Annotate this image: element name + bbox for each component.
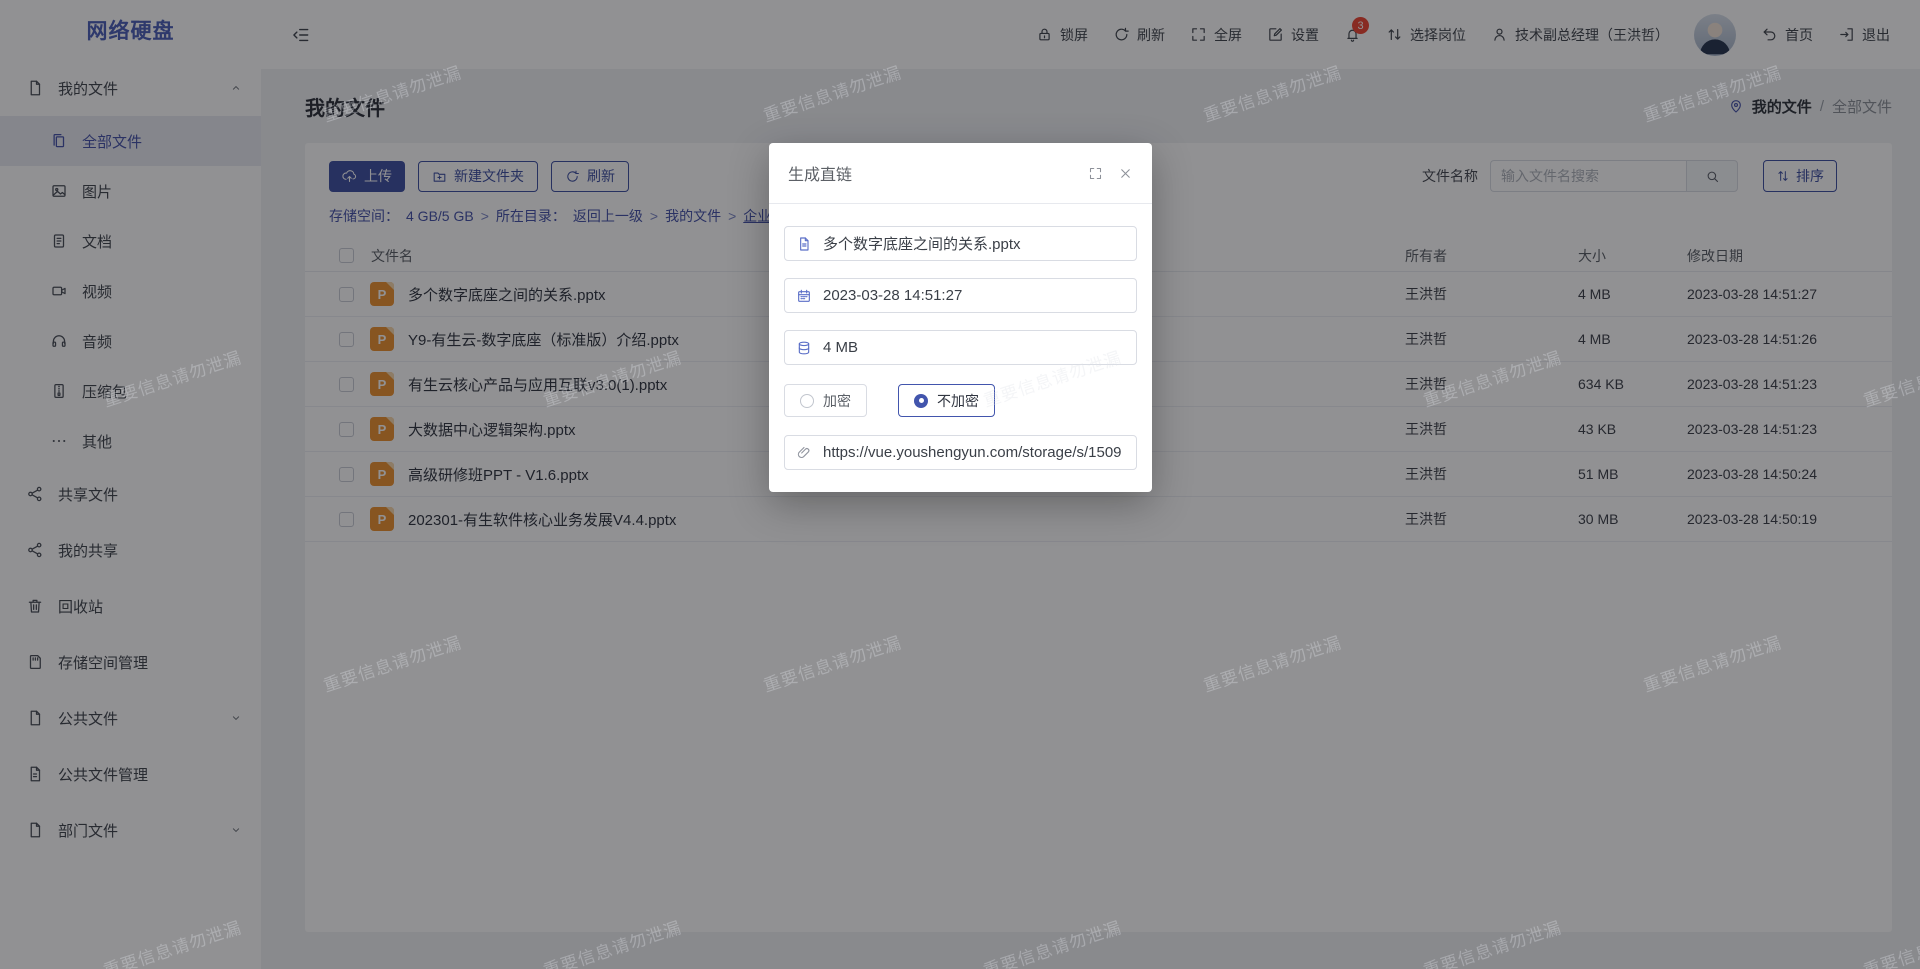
modal-close-icon[interactable] <box>1118 166 1133 181</box>
calendar-icon <box>796 288 812 304</box>
link-url-field[interactable]: https://vue.youshengyun.com/storage/s/15… <box>784 435 1137 470</box>
encrypt-radio[interactable]: 加密 <box>784 384 867 417</box>
database-icon <box>796 340 812 356</box>
link-modified-time: 2023-03-28 14:51:27 <box>823 287 962 304</box>
generate-link-modal: 生成直链 多个数字底座之间的关系.pptx 2023-03-28 14:51:2… <box>769 143 1152 492</box>
modal-title: 生成直链 <box>788 161 852 185</box>
no-encrypt-radio[interactable]: 不加密 <box>898 384 995 417</box>
encrypt-radio-label: 加密 <box>823 391 851 411</box>
encrypt-options: 加密 不加密 <box>784 384 1137 417</box>
link-file-name-field[interactable]: 多个数字底座之间的关系.pptx <box>784 226 1137 261</box>
file-text-icon <box>796 236 812 252</box>
link-file-size-field[interactable]: 4 MB <box>784 330 1137 365</box>
link-file-size: 4 MB <box>823 339 858 356</box>
modal-header: 生成直链 <box>769 143 1152 204</box>
link-url: https://vue.youshengyun.com/storage/s/15… <box>823 444 1122 461</box>
link-modified-time-field[interactable]: 2023-03-28 14:51:27 <box>784 278 1137 313</box>
no-encrypt-radio-label: 不加密 <box>937 391 979 411</box>
paperclip-icon <box>796 445 812 461</box>
modal-body: 多个数字底座之间的关系.pptx 2023-03-28 14:51:27 4 M… <box>769 204 1152 470</box>
link-file-name: 多个数字底座之间的关系.pptx <box>823 233 1021 254</box>
modal-fullscreen-icon[interactable] <box>1088 166 1103 181</box>
modal-tools <box>1088 166 1133 181</box>
radio-selected-icon <box>914 394 928 408</box>
radio-unselected-icon <box>800 394 814 408</box>
